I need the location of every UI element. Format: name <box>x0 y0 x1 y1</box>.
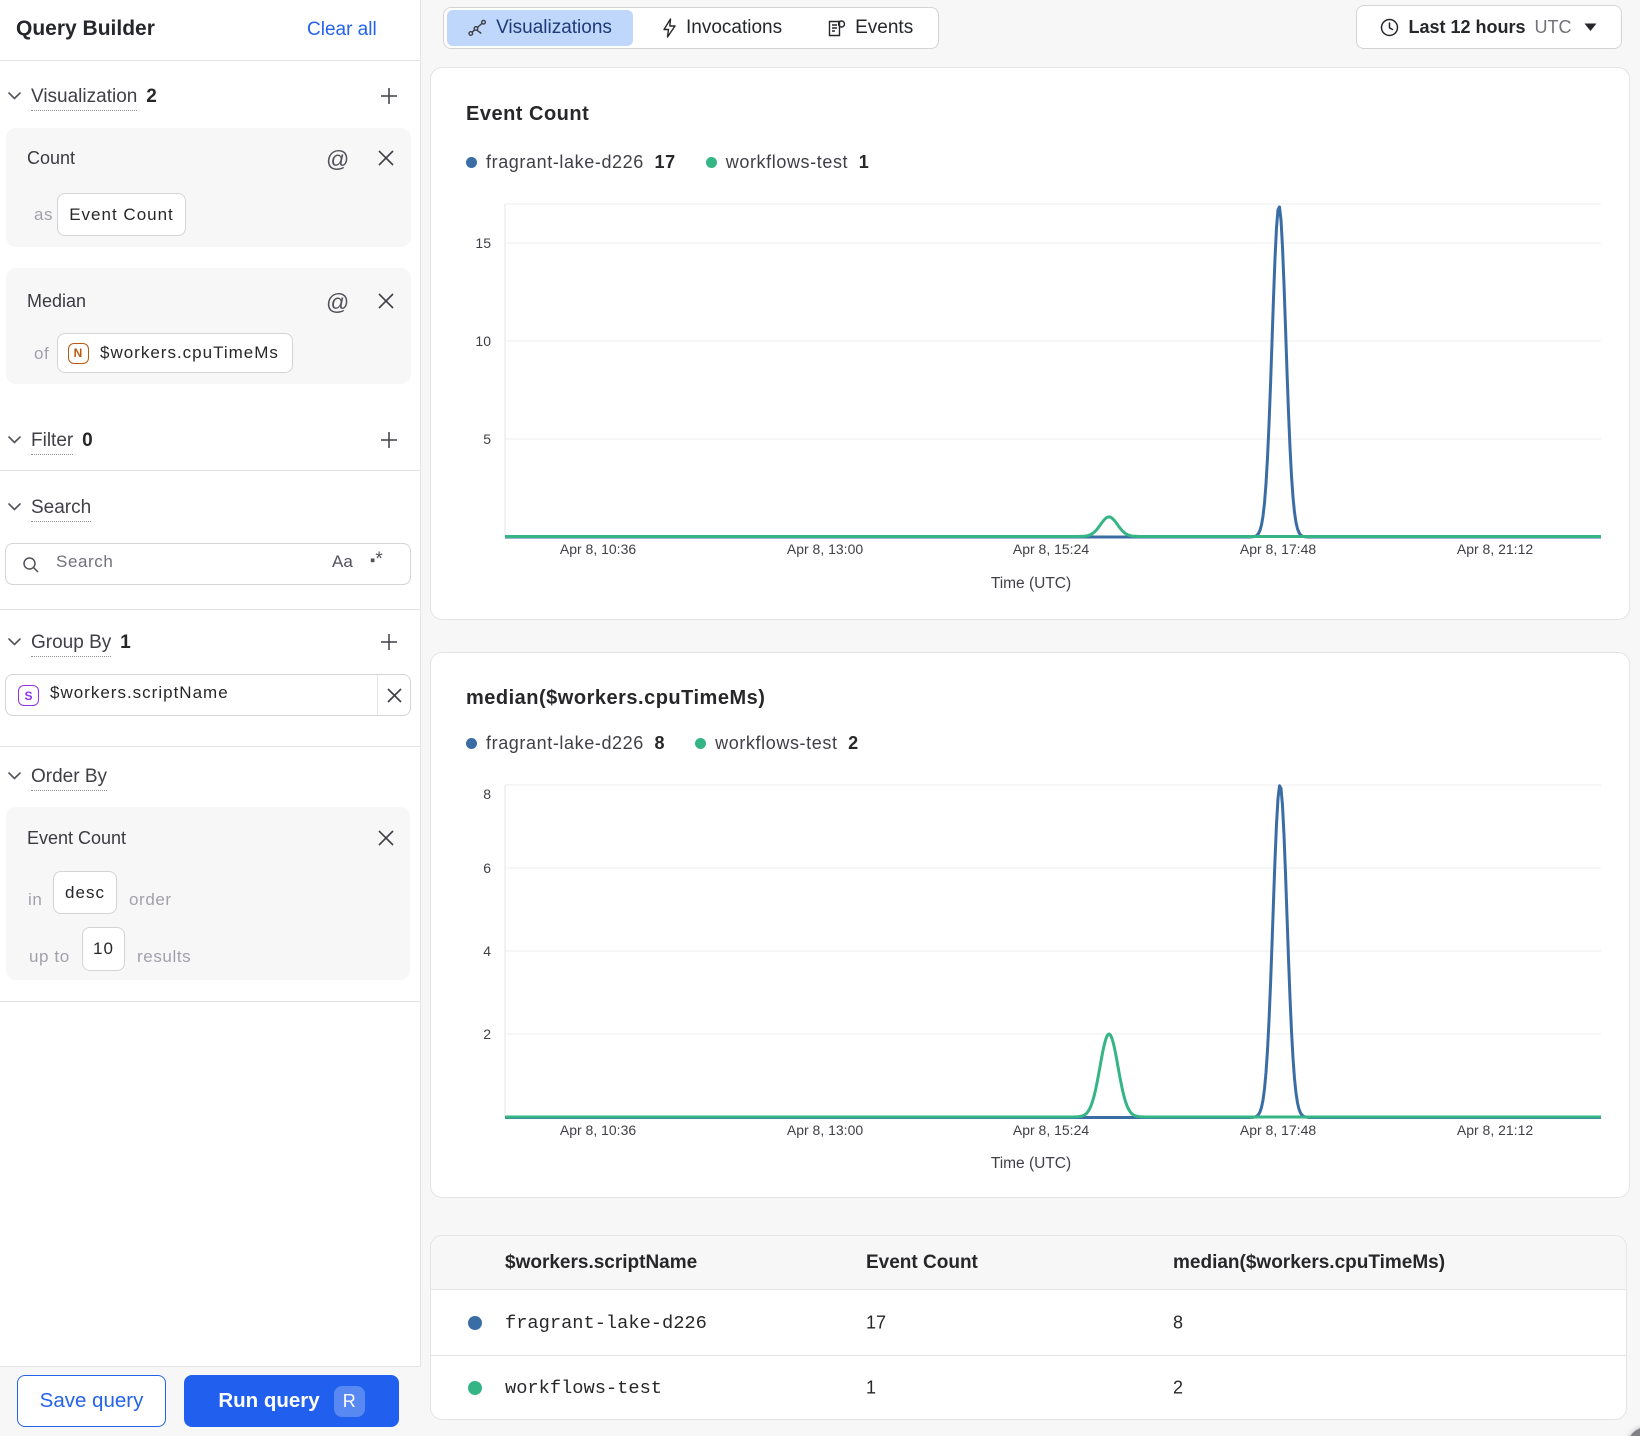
svg-text:Time (UTC): Time (UTC) <box>991 575 1071 592</box>
svg-text:6: 6 <box>483 860 491 876</box>
svg-text:Apr 8, 17:48: Apr 8, 17:48 <box>1240 1122 1316 1138</box>
svg-text:Apr 8, 17:48: Apr 8, 17:48 <box>1240 541 1316 557</box>
svg-text:15: 15 <box>475 235 491 251</box>
svg-text:10: 10 <box>475 333 491 349</box>
svg-text:Apr 8, 15:24: Apr 8, 15:24 <box>1013 1122 1089 1138</box>
svg-text:5: 5 <box>483 431 491 447</box>
svg-text:4: 4 <box>483 943 491 959</box>
svg-text:Apr 8, 10:36: Apr 8, 10:36 <box>560 1122 636 1138</box>
svg-text:8: 8 <box>483 786 491 802</box>
svg-text:Apr 8, 13:00: Apr 8, 13:00 <box>787 541 863 557</box>
svg-text:Apr 8, 10:36: Apr 8, 10:36 <box>560 541 636 557</box>
svg-text:Apr 8, 13:00: Apr 8, 13:00 <box>787 1122 863 1138</box>
svg-text:Apr 8, 21:12: Apr 8, 21:12 <box>1457 541 1533 557</box>
svg-text:Apr 8, 21:12: Apr 8, 21:12 <box>1457 1122 1533 1138</box>
svg-text:Apr 8, 15:24: Apr 8, 15:24 <box>1013 541 1089 557</box>
svg-text:Time (UTC): Time (UTC) <box>991 1155 1071 1172</box>
svg-text:2: 2 <box>483 1026 491 1042</box>
